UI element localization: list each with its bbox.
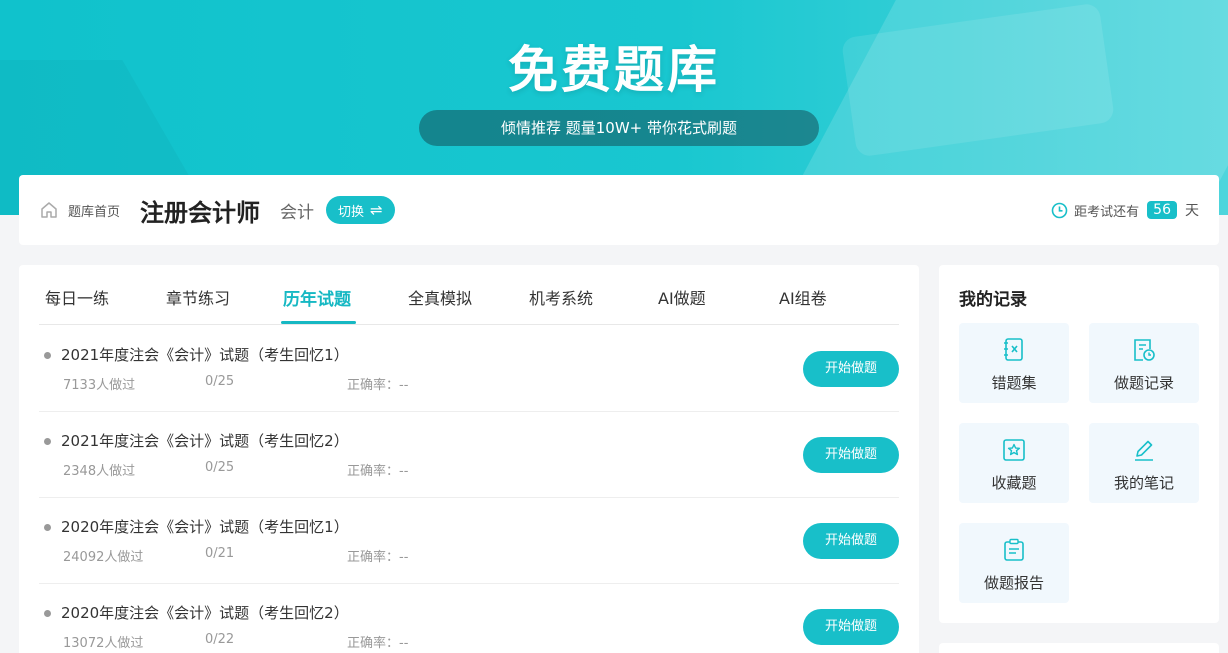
practice-report-tile[interactable]: 做题报告 [959,523,1069,603]
tab-daily-practice[interactable]: 每日一练 [45,285,109,309]
bullet-dot [44,610,51,617]
start-practice-button[interactable]: 开始做题 [803,351,899,387]
paper-done-count: 7133人做过 [63,378,136,393]
tile-label: 错题集 [991,374,1037,392]
paper-row: 2020年度注会《会计》试题（考生回忆2） 13072人做过 0/22 正确率：… [39,584,899,653]
tile-label: 做题报告 [983,574,1044,592]
subject-label: 会计 [280,202,315,223]
countdown-unit: 天 [1185,203,1199,219]
pencil-icon [1135,440,1153,461]
tab-computer-exam[interactable]: 机考系统 [529,285,593,309]
my-notes-tile[interactable]: 我的笔记 [1089,423,1199,503]
paper-title[interactable]: 2020年度注会《会计》试题（考生回忆1） [61,516,349,537]
swap-icon: ⇌ [370,201,383,219]
paper-progress: 0/25 [205,374,235,389]
clock-icon [1051,202,1068,218]
switch-label: 切换 [338,204,365,220]
home-icon[interactable] [39,200,59,220]
tab-past-exams[interactable]: 历年试题 [283,285,351,310]
paper-done-count: 13072人做过 [63,636,144,651]
paper-title[interactable]: 2020年度注会《会计》试题（考生回忆2） [61,602,349,623]
paper-progress: 0/21 [205,546,235,561]
report-icon [1004,538,1024,561]
start-practice-button[interactable]: 开始做题 [803,437,899,473]
practice-history-tile[interactable]: 做题记录 [1089,323,1199,403]
tab-bar: 每日一练 章节练习 历年试题 全真模拟 机考系统 AI做题 AI组卷 [39,265,899,325]
tile-label: 收藏题 [991,474,1037,492]
start-practice-button[interactable]: 开始做题 [803,523,899,559]
tab-ai-practice[interactable]: AI做题 [658,285,706,309]
bullet-dot [44,352,51,359]
breadcrumb-home[interactable]: 题库首页 [68,201,120,220]
paper-row: 2020年度注会《会计》试题（考生回忆1） 24092人做过 0/21 正确率：… [39,498,899,584]
favorites-tile[interactable]: 收藏题 [959,423,1069,503]
hero-subtitle: 倾情推荐 题量10W+ 带你花式刷题 [419,110,819,146]
star-icon [1003,439,1025,461]
history-icon [1134,339,1155,361]
tile-label: 我的笔记 [1113,474,1174,492]
bullet-dot [44,438,51,445]
switch-subject-button[interactable]: 切换 ⇌ [326,196,395,224]
paper-done-count: 24092人做过 [63,550,144,565]
paper-accuracy: 正确率：-- [347,636,409,651]
paper-progress: 0/25 [205,460,235,475]
tab-mock-exam[interactable]: 全真模拟 [408,285,472,309]
question-bank-panel: 每日一练 章节练习 历年试题 全真模拟 机考系统 AI做题 AI组卷 2021年… [19,265,919,653]
tile-label: 做题记录 [1113,374,1174,392]
tab-chapter-practice[interactable]: 章节练习 [166,285,230,309]
paper-row: 2021年度注会《会计》试题（考生回忆2） 2348人做过 0/25 正确率：-… [39,412,899,498]
exam-countdown: 距考试还有 56 天 [1051,200,1199,220]
paper-title[interactable]: 2021年度注会《会计》试题（考生回忆2） [61,430,349,451]
my-records-panel: 我的记录 错题集 做题记录 收藏题 我的笔记 做题报告 [939,265,1219,623]
wrong-questions-tile[interactable]: 错题集 [959,323,1069,403]
records-title: 我的记录 [959,290,1027,310]
hero-title: 免费题库 [508,41,720,99]
start-practice-button[interactable]: 开始做题 [803,609,899,645]
paper-accuracy: 正确率：-- [347,464,409,479]
paper-accuracy: 正确率：-- [347,550,409,565]
course-title: 注册会计师 [140,198,261,227]
course-header: 题库首页 注册会计师 会计 切换 ⇌ 距考试还有 56 天 [19,175,1219,245]
countdown-days: 56 [1147,201,1177,219]
paper-title[interactable]: 2021年度注会《会计》试题（考生回忆1） [61,344,349,365]
paper-accuracy: 正确率：-- [347,378,409,393]
paper-done-count: 2348人做过 [63,464,136,479]
paper-row: 2021年度注会《会计》试题（考生回忆1） 7133人做过 0/25 正确率：-… [39,326,899,412]
wrong-book-icon [1004,338,1023,361]
active-tab-indicator [281,321,356,324]
bullet-dot [44,524,51,531]
paper-progress: 0/22 [205,632,235,647]
countdown-prefix: 距考试还有 [1074,204,1140,220]
tab-ai-paper[interactable]: AI组卷 [779,285,827,309]
secondary-side-panel [939,643,1219,653]
